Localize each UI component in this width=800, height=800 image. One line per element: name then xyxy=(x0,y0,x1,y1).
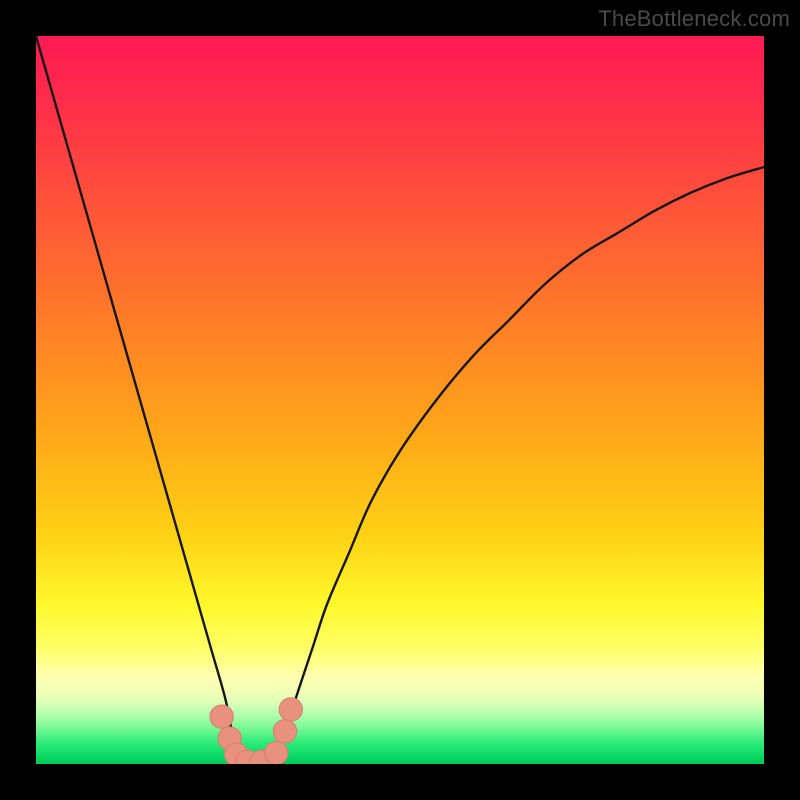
curve-marker xyxy=(265,741,288,764)
curve-marker xyxy=(273,720,296,743)
plot-area xyxy=(36,36,764,764)
watermark-text: TheBottleneck.com xyxy=(598,6,790,32)
curve-marker xyxy=(279,698,302,721)
bottleneck-curve xyxy=(36,36,764,764)
chart-svg xyxy=(36,36,764,764)
curve-marker xyxy=(210,705,233,728)
curve-markers xyxy=(210,698,302,764)
chart-frame: TheBottleneck.com xyxy=(0,0,800,800)
